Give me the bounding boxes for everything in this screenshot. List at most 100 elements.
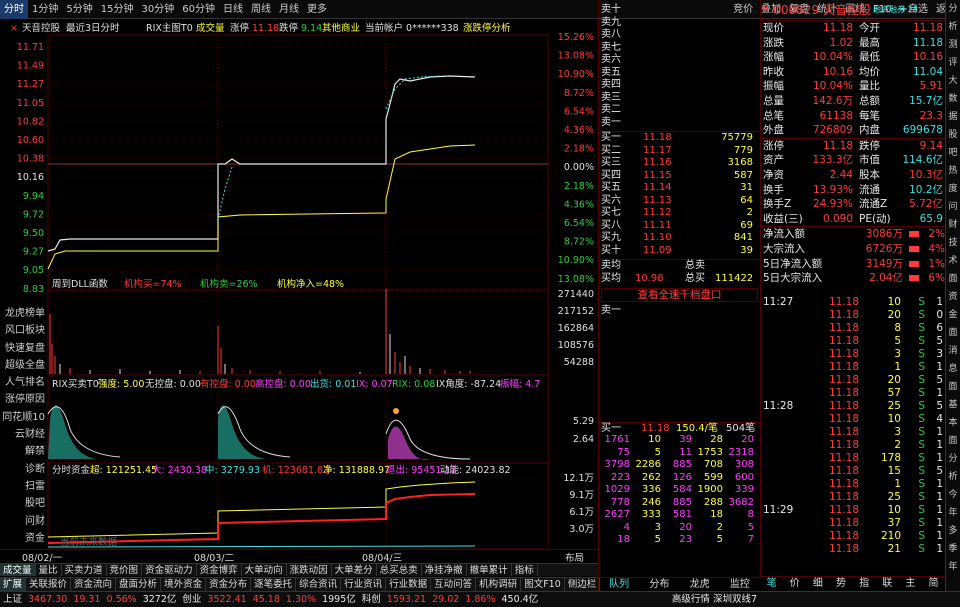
- sidebar-char[interactable]: 金: [946, 306, 960, 324]
- leftnav-item[interactable]: 快速复盘: [0, 340, 48, 357]
- extension-tab[interactable]: 扩展: [0, 578, 27, 591]
- tab-60min[interactable]: 60分钟: [178, 0, 219, 19]
- sidebar-char[interactable]: 术: [946, 252, 960, 270]
- tab-30min[interactable]: 30分钟: [137, 0, 178, 19]
- extension-tab[interactable]: 资金流向: [71, 578, 117, 591]
- order-tab[interactable]: 监控: [720, 578, 760, 591]
- leftnav-item[interactable]: 超级全盘: [0, 357, 48, 374]
- tick-tab[interactable]: 价: [783, 577, 806, 591]
- extension-tab[interactable]: 关联报价: [26, 578, 72, 591]
- tick-tab[interactable]: 细: [806, 577, 829, 591]
- sidebar-char[interactable]: 年: [946, 558, 960, 576]
- leftnav-item[interactable]: 问财: [0, 513, 48, 530]
- tab-week[interactable]: 周线: [247, 0, 275, 19]
- sidebar-char[interactable]: 大: [946, 72, 960, 90]
- sidebar-char[interactable]: 年: [946, 504, 960, 522]
- leftnav-item[interactable]: 诊断: [0, 461, 48, 478]
- sidebar-char[interactable]: 息: [946, 360, 960, 378]
- tab-month[interactable]: 月线: [275, 0, 303, 19]
- sidebar-char[interactable]: 测: [946, 36, 960, 54]
- extension-tab[interactable]: 互动问答: [431, 578, 477, 591]
- extension-tab[interactable]: 行业资讯: [341, 578, 387, 591]
- indicator-tab[interactable]: 大单差分: [332, 564, 377, 576]
- sidebar-char[interactable]: 财: [946, 216, 960, 234]
- buy-level-row[interactable]: 买三 11.16 3168: [599, 157, 760, 170]
- extension-tab[interactable]: 机构调研: [476, 578, 522, 591]
- sidebar-char[interactable]: 面: [946, 270, 960, 288]
- indicator-tab[interactable]: 指标: [512, 564, 538, 576]
- indicator-tab[interactable]: 量比: [36, 564, 62, 576]
- tick-tab[interactable]: 简: [922, 577, 945, 591]
- order-tab[interactable]: 队列: [599, 578, 639, 591]
- indicator-tab[interactable]: 买卖力道: [62, 564, 107, 576]
- leftnav-item[interactable]: 龙虎榜单: [0, 305, 48, 322]
- chart-close-icon[interactable]: ×: [10, 23, 18, 34]
- sidebar-char[interactable]: 评: [946, 54, 960, 72]
- buy-level-row[interactable]: 买九 11.10 841: [599, 232, 760, 245]
- indicator-tab[interactable]: 竞价图: [107, 564, 143, 576]
- chart-analysis-link[interactable]: 涨跌停分析: [463, 22, 511, 34]
- buy-level-row[interactable]: 买一 11.18 75779: [599, 132, 760, 145]
- layout-button[interactable]: 布局: [565, 550, 584, 564]
- tick-tab[interactable]: 指: [853, 577, 876, 591]
- indicator-tab[interactable]: 大单动向: [242, 564, 287, 576]
- sidebar-char[interactable]: 消: [946, 342, 960, 360]
- sidebar-char[interactable]: 析: [946, 18, 960, 36]
- sidebar-char[interactable]: 吧: [946, 144, 960, 162]
- sidebar-char[interactable]: 资: [946, 288, 960, 306]
- sidebar-char[interactable]: 热: [946, 162, 960, 180]
- sidebar-char[interactable]: 今: [946, 486, 960, 504]
- tab-1min[interactable]: 1分钟: [28, 0, 62, 19]
- sidebar-char[interactable]: 面: [946, 432, 960, 450]
- indicator-tab[interactable]: 撤单累计: [467, 564, 512, 576]
- extension-tab[interactable]: 图文F10: [521, 578, 565, 591]
- sidebar-char[interactable]: 分: [946, 450, 960, 468]
- indicator-tab[interactable]: 资金博弈: [197, 564, 242, 576]
- buy-level-row[interactable]: 买十 11.09 39: [599, 245, 760, 258]
- sidebar-char[interactable]: 多: [946, 522, 960, 540]
- buy-level-row[interactable]: 买四 11.15 587: [599, 170, 760, 183]
- full-depth-link[interactable]: 查看全速千档盘口: [601, 288, 758, 302]
- indicator-tab[interactable]: 净挂净撤: [422, 564, 467, 576]
- buy-level-row[interactable]: 买七 11.12 2: [599, 207, 760, 220]
- leftnav-item[interactable]: 股吧: [0, 495, 48, 512]
- tick-tab[interactable]: 笔: [760, 577, 783, 591]
- extension-tab[interactable]: 境外资金: [161, 578, 207, 591]
- tab-day[interactable]: 日线: [219, 0, 247, 19]
- tab-fenshi[interactable]: 分时: [0, 0, 28, 19]
- indicator-tab[interactable]: 涨跌动因: [287, 564, 332, 576]
- sidebar-char[interactable]: 面: [946, 324, 960, 342]
- extension-tab[interactable]: 行业数据: [386, 578, 432, 591]
- leftnav-item[interactable]: 扫雷: [0, 478, 48, 495]
- extension-tab[interactable]: 盘面分析: [116, 578, 162, 591]
- leftnav-item[interactable]: 同花顺10: [0, 409, 48, 426]
- sidebar-char[interactable]: 分: [946, 0, 960, 18]
- indicator-tab[interactable]: 资金驱动力: [142, 564, 197, 576]
- tab-15min[interactable]: 15分钟: [97, 0, 138, 19]
- sidebar-char[interactable]: 本: [946, 414, 960, 432]
- sidebar-char[interactable]: 基: [946, 396, 960, 414]
- sidebar-char[interactable]: 析: [946, 468, 960, 486]
- tick-tab[interactable]: 主: [899, 577, 922, 591]
- leftnav-item[interactable]: 资金: [0, 530, 48, 547]
- extension-tab[interactable]: 资金分布: [206, 578, 252, 591]
- tick-tab[interactable]: 势: [829, 577, 852, 591]
- extension-tab[interactable]: 综合资讯: [296, 578, 342, 591]
- sidebar-char[interactable]: 据: [946, 108, 960, 126]
- extension-tab[interactable]: 逐笔委托: [251, 578, 297, 591]
- sidebar-char[interactable]: 技: [946, 234, 960, 252]
- buy-level-row[interactable]: 买二 11.17 779: [599, 145, 760, 158]
- tab-more[interactable]: 更多: [303, 0, 331, 19]
- leftnav-item[interactable]: 风口板块: [0, 322, 48, 339]
- sidebar-char[interactable]: 数: [946, 90, 960, 108]
- buy-level-row[interactable]: 买六 11.13 64: [599, 195, 760, 208]
- sidebar-char[interactable]: 问: [946, 198, 960, 216]
- leftnav-item[interactable]: 云财经: [0, 426, 48, 443]
- order-tab[interactable]: 分布: [639, 578, 679, 591]
- intraday-chart[interactable]: × 天音控股 最近3日分时 RIX主图T0 成交量 涨停 11.18 跌停 9.…: [0, 19, 598, 549]
- sidebar-char[interactable]: 季: [946, 540, 960, 558]
- indicator-tab[interactable]: 成交量: [0, 564, 36, 576]
- sidebar-char[interactable]: 股: [946, 126, 960, 144]
- indicator-tab[interactable]: 总买总卖: [377, 564, 422, 576]
- leftnav-item[interactable]: 涨停原因: [0, 391, 48, 408]
